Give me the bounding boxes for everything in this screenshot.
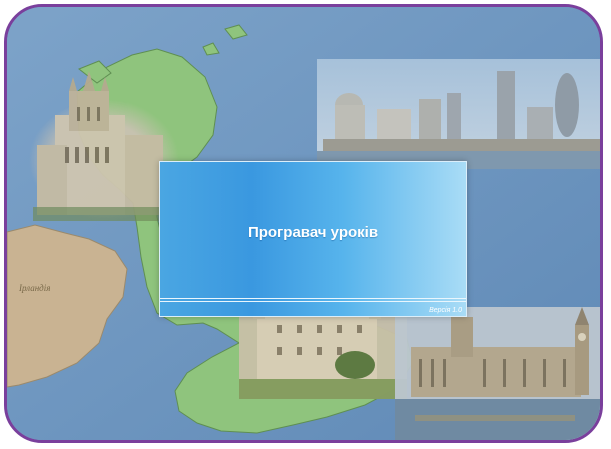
ireland-label: Ірландія bbox=[19, 283, 51, 293]
divider-line bbox=[160, 298, 466, 299]
app-frame: Ірландія Програвач уроків Версія 1.0 bbox=[4, 4, 603, 443]
version-label: Версія 1.0 bbox=[429, 307, 462, 314]
london-skyline-photo bbox=[317, 59, 600, 169]
app-title: Програвач уроків bbox=[247, 224, 379, 241]
divider-line bbox=[160, 301, 466, 302]
splash-panel[interactable]: Програвач уроків Версія 1.0 bbox=[159, 161, 467, 317]
westminster-photo bbox=[395, 307, 600, 440]
